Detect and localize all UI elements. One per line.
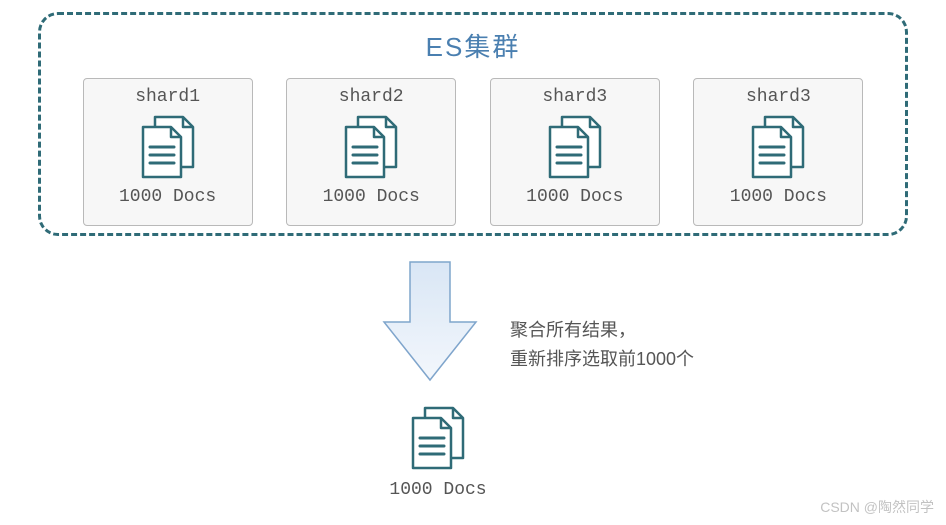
watermark: CSDN @陶然同学 <box>820 497 934 517</box>
shard-label: shard1 <box>135 87 200 107</box>
shard-doc-count: 1000 Docs <box>730 187 827 207</box>
shard-label: shard3 <box>542 87 607 107</box>
documents-icon <box>133 113 203 181</box>
shard-box: shard2 1000 Docs <box>286 78 456 226</box>
documents-icon <box>743 113 813 181</box>
shard-label: shard2 <box>339 87 404 107</box>
cluster-title: ES集群 <box>41 27 905 64</box>
documents-icon <box>403 404 473 472</box>
shard-box: shard3 1000 Docs <box>693 78 863 226</box>
annotation-line1: 聚合所有结果， <box>510 316 694 345</box>
documents-icon <box>540 113 610 181</box>
aggregation-annotation: 聚合所有结果， 重新排序选取前1000个 <box>510 316 694 374</box>
shard-doc-count: 1000 Docs <box>526 187 623 207</box>
shard-doc-count: 1000 Docs <box>323 187 420 207</box>
shards-row: shard1 1000 Docs shard2 <box>41 78 905 226</box>
result-container: 1000 Docs <box>378 404 498 500</box>
documents-icon <box>336 113 406 181</box>
annotation-line2: 重新排序选取前1000个 <box>510 345 694 374</box>
shard-label: shard3 <box>746 87 811 107</box>
shard-doc-count: 1000 Docs <box>119 187 216 207</box>
shard-box: shard3 1000 Docs <box>490 78 660 226</box>
down-arrow-icon <box>380 258 480 384</box>
shard-box: shard1 1000 Docs <box>83 78 253 226</box>
result-doc-count: 1000 Docs <box>389 480 486 500</box>
es-cluster-container: ES集群 shard1 1000 Docs shard2 <box>38 12 908 236</box>
